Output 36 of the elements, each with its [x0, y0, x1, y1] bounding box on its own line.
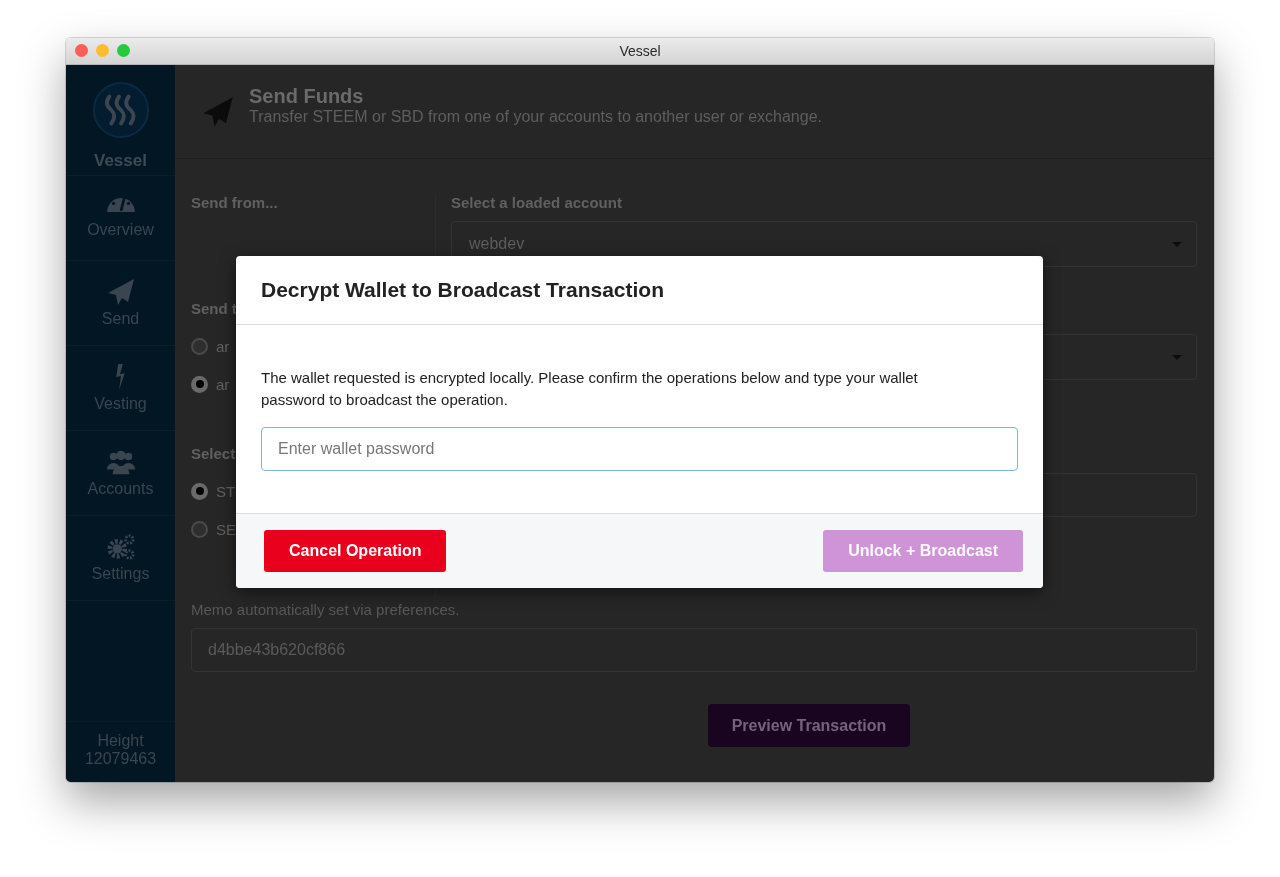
minimize-button[interactable]: [96, 44, 109, 57]
field-label: Send from...: [191, 194, 278, 211]
cancel-button[interactable]: Cancel Operation: [264, 530, 447, 572]
preview-button[interactable]: Preview Transaction: [707, 704, 911, 747]
page-subtitle: Transfer STEEM or SBD from one of your accounts to another user or exchange.: [249, 108, 822, 126]
radio-button[interactable]: [191, 482, 208, 500]
radio-label: ar: [216, 375, 230, 393]
paper-plane-icon: [201, 95, 235, 128]
field-label: Select: [191, 445, 236, 462]
dialog-message: The wallet requested is encrypted locally. Please confirm the operations below and type your wallet password to broadcast the operation.: [261, 368, 919, 410]
logo-icon: [91, 81, 150, 139]
lightning-icon: [115, 363, 126, 391]
page-title: Send Funds: [249, 85, 365, 108]
users-icon: [105, 448, 136, 476]
radio-label: ST: [216, 482, 236, 500]
dialog-title: Decrypt Wallet to Broadcast Transaction: [261, 278, 664, 301]
sidebar-item[interactable]: Vesting: [66, 346, 175, 431]
zoom-button[interactable]: [117, 44, 130, 57]
field-label: Select a loaded account: [451, 194, 622, 211]
radio-button[interactable]: [191, 520, 208, 538]
radio-button[interactable]: [191, 375, 208, 393]
sidebar-item[interactable]: Settings: [66, 516, 175, 601]
sidebar-item[interactable]: Overview: [66, 176, 175, 261]
close-button[interactable]: [75, 44, 88, 57]
gears-icon: [105, 533, 136, 561]
height-label: Height: [97, 732, 144, 750]
height-value: 12079463: [84, 750, 157, 768]
radio-button[interactable]: [191, 337, 208, 355]
radio-label: SE: [216, 520, 236, 538]
window-title: Vessel: [619, 43, 661, 59]
brand-name: Vessel: [94, 151, 147, 171]
radio-label: ar: [216, 337, 230, 355]
sidebar-item[interactable]: Send: [66, 261, 175, 346]
password-field[interactable]: Enter wallet password: [261, 427, 1018, 471]
sidebar-item[interactable]: Accounts: [66, 431, 175, 516]
gauge-icon: [105, 197, 136, 213]
